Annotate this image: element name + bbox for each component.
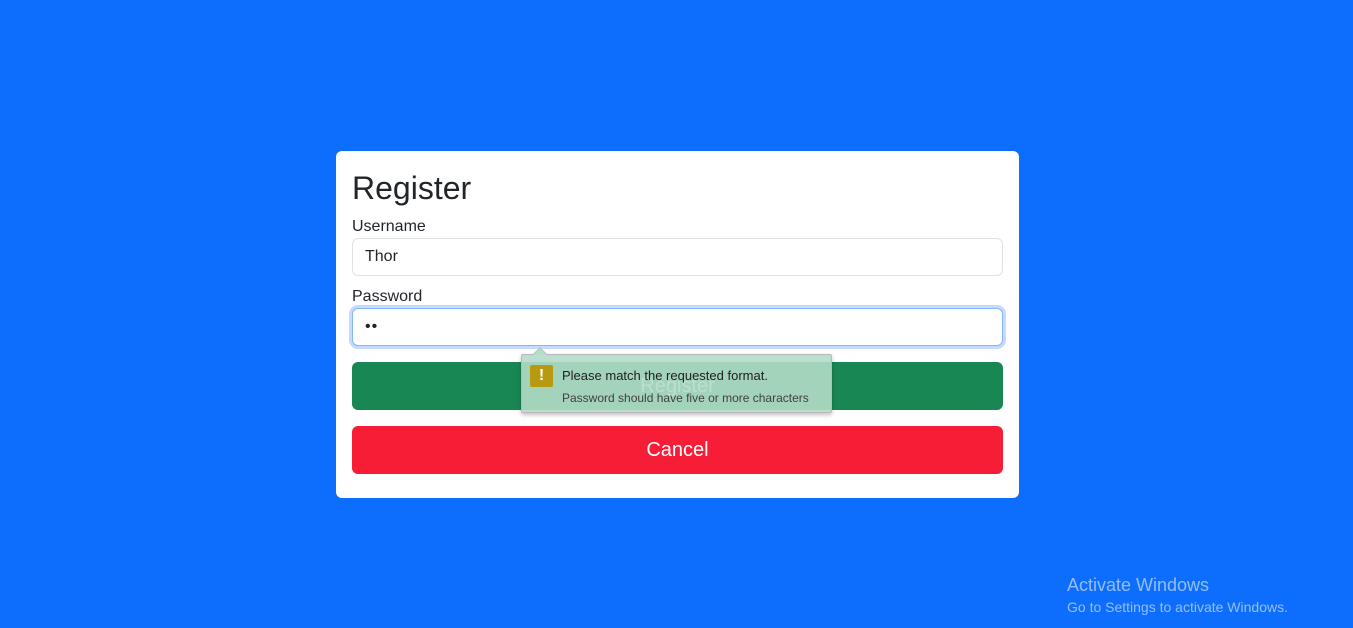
register-card: Register Username Password Register Canc… <box>336 151 1019 498</box>
page-title: Register <box>352 170 472 206</box>
cancel-button[interactable]: Cancel <box>352 426 1003 474</box>
validation-message: Please match the requested format. <box>562 368 768 383</box>
validation-tooltip: ! Please match the requested format. Pas… <box>521 347 832 413</box>
activation-watermark-title: Activate Windows <box>1067 575 1210 595</box>
activation-watermark-subtitle: Go to Settings to activate Windows. <box>1067 599 1288 615</box>
page-background: { "form": { "title": "Register", "userna… <box>0 0 1353 628</box>
validation-detail: Password should have five or more charac… <box>562 391 809 405</box>
username-input[interactable] <box>352 238 1003 276</box>
warning-icon: ! <box>530 365 553 387</box>
password-label: Password <box>352 288 423 305</box>
username-label: Username <box>352 218 426 235</box>
password-input[interactable] <box>352 308 1003 346</box>
